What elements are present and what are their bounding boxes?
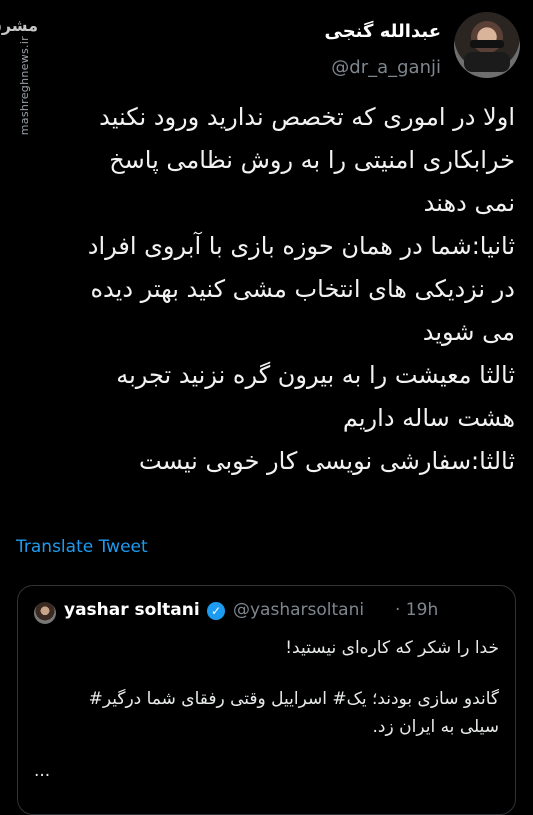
tweet-line: هشت ساله داریم: [342, 404, 515, 432]
tweet-line: می شوید: [422, 318, 515, 346]
author-handle[interactable]: @dr_a_ganji: [331, 57, 441, 78]
quoted-author-name[interactable]: yashar soltani: [64, 600, 200, 620]
quoted-author-avatar[interactable]: [34, 602, 56, 624]
tweet-header: مشرق mashreghnews.ir عبدالله گنجی @dr_a_…: [0, 10, 533, 135]
tweet-line: ثالثا معیشت را به بیرون گره نزنید تجربه: [116, 361, 515, 389]
tweet-line: در نزدیکی های انتخاب مشی کنید بهتر دیده: [90, 275, 515, 303]
quoted-author-handle[interactable]: @yasharsoltani: [233, 600, 364, 620]
tweet-line: ثانیا:شما در همان حوزه بازی با آبروی افر…: [87, 232, 515, 260]
quoted-tweet[interactable]: yashar soltani ✓ @yasharsoltani · 19h خد…: [17, 585, 516, 815]
tweet-line: نمی دهند: [423, 189, 515, 217]
author-avatar[interactable]: [454, 12, 520, 78]
tweet-text: اولا در اموری که تخصص ندارید ورود نکنید …: [16, 96, 515, 483]
quoted-more-ellipsis: ...: [34, 761, 51, 781]
tweet-line: ثالثا:سفارشی نویسی کار خوبی نیست: [138, 447, 515, 475]
quoted-line: خدا را شکر که کاره‌ای نیستید!: [285, 638, 499, 658]
translate-tweet-link[interactable]: Translate Tweet: [16, 537, 148, 557]
tweet-line: خرابکاری امنیتی را به روش نظامی پاسخ: [109, 146, 515, 174]
verified-badge-icon: ✓: [207, 602, 225, 620]
tweet-line: اولا در اموری که تخصص ندارید ورود نکنید: [99, 103, 515, 131]
quoted-line: سیلی به ایران زد.: [372, 717, 499, 737]
author-display-name[interactable]: عبدالله گنجی: [325, 21, 442, 42]
watermark-logo: مشرق: [0, 16, 38, 35]
quoted-line: گاندو سازی بودند؛ یک# اسراییل وقتی رفقای…: [88, 689, 499, 709]
quoted-tweet-text: خدا را شکر که کاره‌ای نیستید! گاندو سازی…: [34, 638, 499, 737]
quoted-tweet-time[interactable]: · 19h: [395, 600, 438, 620]
